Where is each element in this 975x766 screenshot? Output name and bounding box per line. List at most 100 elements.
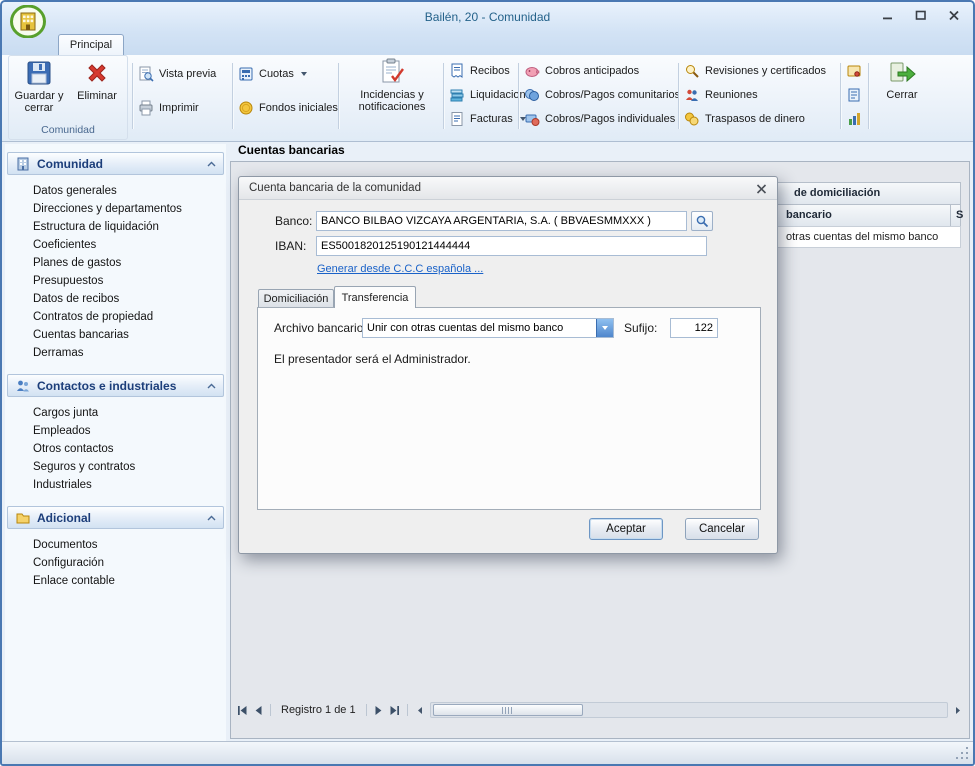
chevron-up-icon[interactable] xyxy=(207,161,216,167)
quotas-button[interactable]: Cuotas xyxy=(238,64,307,84)
sidebar-item-cuentas-bancarias[interactable]: Cuentas bancarias xyxy=(5,326,226,344)
bank-label: Banco: xyxy=(275,214,312,228)
reviews-certificates-button[interactable]: Revisiones y certificados xyxy=(684,61,826,81)
navigator-divider xyxy=(270,704,271,716)
sidebar-item-otros-contactos[interactable]: Otros contactos xyxy=(5,440,226,458)
sidebar-item-empleados[interactable]: Empleados xyxy=(5,422,226,440)
generate-from-ccc-link[interactable]: Generar desde C.C.C española ... xyxy=(317,263,483,275)
ribbon-group-caption: Comunidad xyxy=(9,124,127,136)
sidebar-item-datos-generales[interactable]: Datos generales xyxy=(5,182,226,200)
cancel-button[interactable]: Cancelar xyxy=(685,518,759,540)
advance-collections-button[interactable]: Cobros anticipados xyxy=(524,61,639,81)
tab-transferencia[interactable]: Transferencia xyxy=(334,286,416,308)
individual-payments-label: Cobros/Pagos individuales xyxy=(545,113,675,125)
previous-record-button[interactable] xyxy=(250,703,266,718)
previous-record-icon xyxy=(253,705,264,716)
chevron-up-icon[interactable] xyxy=(207,383,216,389)
suffix-label: Sufijo: xyxy=(624,321,657,335)
document-tool-button[interactable] xyxy=(846,85,862,105)
dialog-close-button[interactable] xyxy=(754,182,768,195)
meetings-button[interactable]: Reuniones xyxy=(684,85,758,105)
ribbon-group-comunidad: Guardar y cerrar Eliminar Comunidad xyxy=(8,55,128,140)
first-record-icon xyxy=(237,705,248,716)
maximize-button[interactable] xyxy=(914,9,928,21)
grid-header-fragment: S xyxy=(956,209,963,221)
incidents-button[interactable]: Incidencias y notificaciones xyxy=(344,58,440,113)
sidebar-item-enlace-contable[interactable]: Enlace contable xyxy=(5,572,226,590)
certificate-tool-button[interactable] xyxy=(846,61,862,81)
chevron-up-icon[interactable] xyxy=(207,515,216,521)
save-and-close-label: Guardar y cerrar xyxy=(10,90,68,114)
sidebar-item-configuracion[interactable]: Configuración xyxy=(5,554,226,572)
community-payments-button[interactable]: Cobros/Pagos comunitarios xyxy=(524,85,680,105)
horizontal-scrollbar[interactable] xyxy=(430,702,948,718)
print-preview-button[interactable]: Vista previa xyxy=(138,64,216,84)
bank-file-combo[interactable]: Unir con otras cuentas del mismo banco xyxy=(362,318,614,338)
ribbon-separator xyxy=(868,63,869,129)
resize-grip-icon[interactable] xyxy=(966,747,968,749)
initial-funds-button[interactable]: Fondos iniciales xyxy=(238,98,338,118)
sidebar-item-coeficientes[interactable]: Coeficientes xyxy=(5,236,226,254)
sidebar-section-adicional[interactable]: Adicional xyxy=(7,506,224,529)
minimize-icon xyxy=(882,10,894,21)
quotas-label: Cuotas xyxy=(259,68,294,80)
tab-principal[interactable]: Principal xyxy=(58,34,124,55)
first-record-button[interactable] xyxy=(234,703,250,718)
sidebar-item-documentos[interactable]: Documentos xyxy=(5,536,226,554)
receipts-button[interactable]: Recibos xyxy=(449,61,510,81)
last-record-button[interactable] xyxy=(387,703,403,718)
bank-search-button[interactable] xyxy=(691,211,713,231)
sidebar-item-planes-gastos[interactable]: Planes de gastos xyxy=(5,254,226,272)
scrollbar-thumb[interactable] xyxy=(433,704,583,716)
individual-payments-button[interactable]: Cobros/Pagos individuales xyxy=(524,109,675,129)
tab-domiciliacion[interactable]: Domiciliación xyxy=(258,289,334,307)
print-button[interactable]: Imprimir xyxy=(138,98,199,118)
window-controls xyxy=(881,9,961,21)
people-icon xyxy=(15,378,31,394)
sidebar-section-comunidad[interactable]: Comunidad xyxy=(7,152,224,175)
sidebar-item-estructura[interactable]: Estructura de liquidación xyxy=(5,218,226,236)
print-preview-icon xyxy=(138,66,154,82)
combo-dropdown-button[interactable] xyxy=(596,319,613,337)
ribbon-separator xyxy=(338,63,339,129)
delete-button[interactable]: Eliminar xyxy=(68,59,126,102)
scroll-left-button[interactable] xyxy=(412,703,428,718)
last-record-icon xyxy=(389,705,400,716)
sidebar-items-comunidad: Datos generales Direcciones y departamen… xyxy=(5,182,226,362)
grid-header-fragment: bancario xyxy=(786,209,832,221)
sidebar-item-industriales[interactable]: Industriales xyxy=(5,476,226,494)
advance-collections-label: Cobros anticipados xyxy=(545,65,639,77)
sidebar-item-datos-recibos[interactable]: Datos de recibos xyxy=(5,290,226,308)
scroll-right-icon xyxy=(953,705,963,716)
iban-input[interactable] xyxy=(316,236,707,256)
sidebar-item-seguros[interactable]: Seguros y contratos xyxy=(5,458,226,476)
sidebar-item-contratos[interactable]: Contratos de propiedad xyxy=(5,308,226,326)
accept-button[interactable]: Aceptar xyxy=(589,518,663,540)
chevron-down-icon xyxy=(602,326,608,330)
column-divider xyxy=(950,205,951,226)
close-icon xyxy=(948,10,960,21)
next-record-icon xyxy=(373,705,384,716)
dialog-title-bar: Cuenta bancaria de la comunidad xyxy=(239,177,777,200)
sidebar-item-direcciones[interactable]: Direcciones y departamentos xyxy=(5,200,226,218)
sidebar-item-derramas[interactable]: Derramas xyxy=(5,344,226,362)
next-record-button[interactable] xyxy=(371,703,387,718)
invoices-button[interactable]: Facturas xyxy=(449,109,526,129)
sidebar-section-contactos[interactable]: Contactos e industriales xyxy=(7,374,224,397)
print-preview-label: Vista previa xyxy=(159,68,216,80)
ribbon-separator xyxy=(132,63,133,129)
grid-header-fragment: de domiciliación xyxy=(794,187,880,199)
close-form-button[interactable]: Cerrar xyxy=(874,58,930,101)
scroll-right-button[interactable] xyxy=(950,703,966,718)
minimize-button[interactable] xyxy=(881,9,895,21)
app-building-icon xyxy=(10,5,46,38)
bank-input[interactable] xyxy=(316,211,687,231)
close-window-button[interactable] xyxy=(947,9,961,21)
suffix-input[interactable] xyxy=(670,318,718,338)
save-and-close-button[interactable]: Guardar y cerrar xyxy=(10,59,68,114)
application-window: Bailén, 20 - Comunidad Principal Guardar… xyxy=(0,0,975,766)
chart-tool-button[interactable] xyxy=(846,109,862,129)
sidebar-item-cargos-junta[interactable]: Cargos junta xyxy=(5,404,226,422)
sidebar-item-presupuestos[interactable]: Presupuestos xyxy=(5,272,226,290)
money-transfer-button[interactable]: Traspasos de dinero xyxy=(684,109,805,129)
